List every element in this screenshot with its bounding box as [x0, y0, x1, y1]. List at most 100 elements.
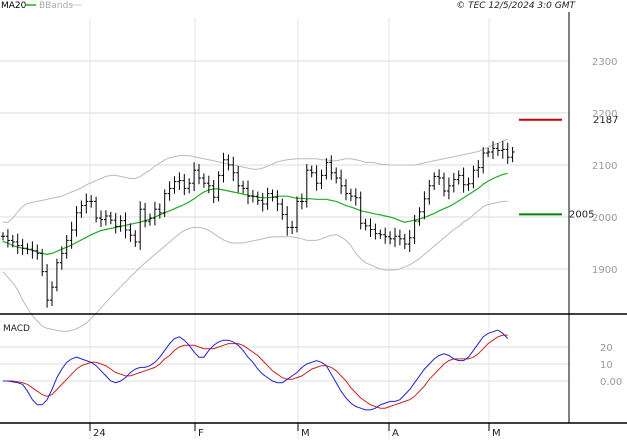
ohlc-bar [334, 167, 339, 184]
ohlc-bar [40, 248, 45, 277]
price-chart: MA20 BBands © TEC 12/5/2024 3:0 GMT 2187… [0, 1, 627, 439]
ohlc-bar [397, 229, 402, 246]
support-label: 2005 [569, 209, 594, 220]
ohlc-bar [250, 189, 255, 203]
ohlc-bar [255, 191, 260, 205]
ohlc-bar [94, 196, 99, 223]
macd-tick-label: 0.00 [600, 377, 622, 388]
ohlc-bar [20, 238, 25, 255]
ohlc-bar [221, 152, 226, 183]
ohlc-bar [275, 190, 280, 212]
ohlc-bar [201, 173, 206, 188]
ohlc-bar [344, 179, 348, 201]
ohlc-bar [197, 163, 201, 185]
ohlc-bar [241, 180, 246, 194]
y-tick-label: 2200 [592, 109, 617, 120]
chart-title: © TEC 12/5/2024 3:0 GMT [456, 1, 576, 11]
ohlc-bar [74, 206, 79, 237]
y-tick-label: 1900 [592, 265, 617, 276]
macd-tick-label: 10 [600, 360, 613, 371]
ohlc-bar [226, 154, 231, 171]
ohlc-bar [285, 206, 290, 236]
ohlc-bar [446, 177, 451, 200]
ohlc-bar [402, 233, 407, 250]
legend-ma20-label: MA20 [1, 1, 27, 11]
ohlc-bar [491, 141, 495, 160]
ohlc-bar [265, 187, 270, 210]
ohlc-bar [505, 142, 510, 164]
y-tick-label: 2000 [592, 213, 617, 224]
ohlc-bar [481, 147, 486, 174]
ohlc-bar [260, 192, 265, 212]
lower-band-line [2, 200, 508, 332]
ohlc-bar [113, 213, 118, 234]
ohlc-bar [133, 230, 138, 247]
ohlc-bar [182, 173, 187, 196]
ohlc-bar [45, 264, 50, 308]
ohlc-bar [314, 165, 319, 191]
ohlc-bar [319, 169, 324, 190]
ohlc-bar [348, 188, 353, 202]
ohlc-bar [1, 232, 5, 241]
ohlc-bar [211, 179, 216, 204]
ohlc-bar [378, 229, 383, 239]
ohlc-bar [270, 189, 275, 202]
y-tick-label: 2100 [592, 161, 617, 172]
ohlc-bar [495, 142, 500, 156]
ohlc-bar [99, 210, 103, 228]
ohlc-bar [167, 181, 172, 201]
ohlc-bar [451, 172, 456, 193]
ohlc-bar [500, 141, 505, 159]
ohlc-bar [187, 178, 192, 194]
ohlc-bar [339, 169, 344, 195]
ohlc-bar [172, 176, 177, 194]
ohlc-bar [50, 281, 54, 307]
legend-bbands-label: BBands [39, 1, 73, 11]
ohlc-bar [461, 167, 466, 193]
x-tick-label: M [492, 428, 501, 439]
ohlc-bar [84, 193, 89, 214]
ohlc-bar [466, 177, 471, 191]
ohlc-bar [353, 188, 358, 206]
ohlc-bar [103, 210, 108, 226]
ohlc-bar [324, 158, 329, 180]
macd-tick-label: 20 [600, 343, 613, 354]
ohlc-bar [157, 203, 162, 219]
ohlc-bar [231, 156, 236, 182]
ohlc-bar [442, 172, 446, 197]
upper-band-line [3, 138, 508, 223]
ohlc-bar [299, 193, 304, 210]
ohlc-bar [363, 218, 368, 231]
ohlc-bar [329, 155, 334, 180]
ohlc-bar [143, 202, 148, 228]
ohlc-bar [383, 227, 388, 244]
y-tick-label: 2300 [592, 57, 617, 68]
x-tick-label: A [392, 428, 399, 439]
ohlc-bar [476, 160, 481, 178]
macd-title: MACD [3, 324, 30, 334]
ohlc-bar [15, 233, 20, 254]
ohlc-bar [368, 218, 373, 237]
ohlc-bar [304, 163, 309, 208]
ohlc-bar [309, 165, 314, 178]
ohlc-bar [510, 147, 515, 163]
macd-signal-line [3, 334, 508, 409]
ohlc-bar [393, 227, 397, 248]
x-tick-label: F [198, 428, 204, 439]
ohlc-bar [128, 223, 133, 242]
ohlc-bar [427, 179, 432, 205]
ohlc-bar [437, 169, 442, 186]
ohlc-bar [108, 211, 113, 225]
x-tick-label: M [301, 428, 310, 439]
ohlc-bar [290, 220, 295, 235]
ohlc-bar [456, 170, 461, 185]
ohlc-bar [432, 172, 437, 190]
x-tick-label: 24 [93, 428, 106, 439]
ohlc-bar [118, 215, 123, 232]
ohlc-bar [236, 166, 241, 193]
macd-line [3, 329, 509, 411]
ohlc-bar [216, 171, 221, 202]
ohlc-bar [54, 258, 59, 292]
ohlc-bar [407, 229, 412, 252]
ma20-line [2, 172, 508, 256]
